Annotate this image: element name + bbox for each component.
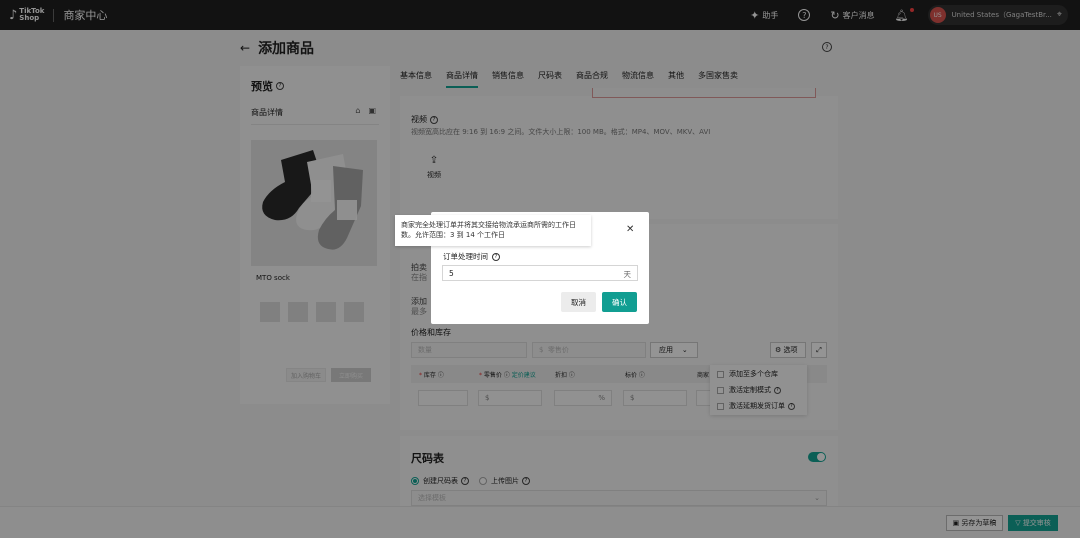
field-label-text: 订单处理时间 xyxy=(443,252,488,261)
unit-label: 天 xyxy=(623,270,632,279)
confirm-button[interactable]: 确认 xyxy=(602,292,637,312)
order-handling-time-label: 订单处理时间 ? xyxy=(443,251,500,262)
close-icon[interactable]: ✕ xyxy=(626,224,634,235)
help-icon[interactable]: ? xyxy=(492,252,500,261)
order-handling-time-input[interactable]: 5 天 xyxy=(442,265,638,281)
help-tooltip: 商家完全处理订单并将其交接给物流承运商所需的工作日数。允许范围：3 到 14 个… xyxy=(395,215,591,246)
input-value: 5 xyxy=(449,268,454,278)
cancel-button[interactable]: 取消 xyxy=(561,292,596,312)
